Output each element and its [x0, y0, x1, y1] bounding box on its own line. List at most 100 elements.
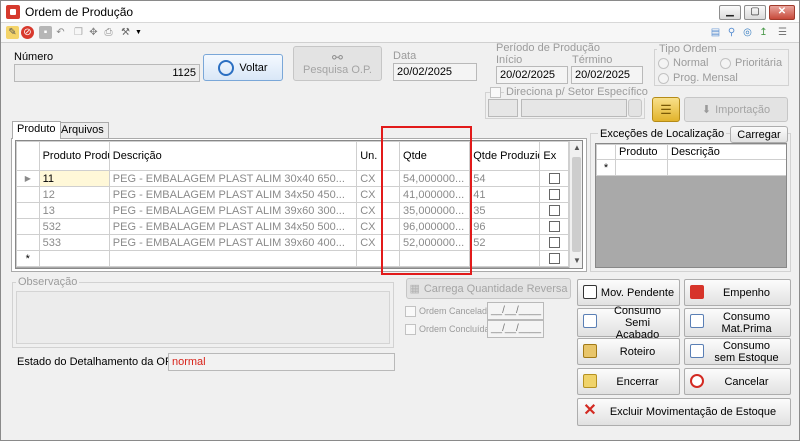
- table-row[interactable]: 533 PEG - EMBALAGEM PLAST ALIM 39x60 400…: [16, 234, 569, 251]
- setor-name-field[interactable]: [521, 99, 627, 117]
- col-header-descricao[interactable]: Descrição: [108, 141, 358, 171]
- cell-descricao[interactable]: PEG - EMBALAGEM PLAST ALIM 39x60 300...: [108, 202, 358, 219]
- cell-descricao[interactable]: PEG - EMBALAGEM PLAST ALIM 34x50 500...: [108, 218, 358, 235]
- cell-produto[interactable]: 532: [38, 218, 110, 235]
- carrega-quantidade-button[interactable]: ▦ Carrega Quantidade Reversa: [406, 278, 571, 299]
- export-icon[interactable]: ↥: [757, 26, 770, 39]
- print-icon[interactable]: ⎙: [102, 26, 115, 39]
- cell-produto[interactable]: [38, 250, 110, 267]
- col-header-produto[interactable]: Produto Produção: [38, 141, 110, 171]
- new-row[interactable]: *: [16, 250, 569, 267]
- cell-qtde-produzida[interactable]: 96: [469, 218, 541, 235]
- cell-descricao[interactable]: [108, 250, 358, 267]
- col-header-produto[interactable]: Produto: [615, 144, 668, 160]
- cancel-icon[interactable]: ⊘: [21, 26, 34, 39]
- cell-descricao[interactable]: PEG - EMBALAGEM PLAST ALIM 39x60 400...: [108, 234, 358, 251]
- tipo-normal-radio[interactable]: [658, 58, 669, 69]
- minimize-button[interactable]: ▁: [719, 5, 741, 20]
- scroll-thumb[interactable]: [572, 157, 581, 252]
- cell-produto[interactable]: [615, 159, 668, 176]
- chevron-down-icon[interactable]: ▼: [132, 26, 145, 39]
- consumo-mat-prima-button[interactable]: Consumo Mat.Prima: [684, 308, 791, 337]
- new-row[interactable]: *: [596, 159, 786, 176]
- voltar-button[interactable]: Voltar: [203, 54, 283, 81]
- copy-icon[interactable]: ❐: [72, 26, 85, 39]
- pesquisa-op-button[interactable]: ⚯ Pesquisa O.P.: [293, 46, 382, 81]
- setor-code-field[interactable]: [488, 99, 518, 117]
- empenho-button[interactable]: Empenho: [684, 279, 791, 306]
- roteiro-button[interactable]: Roteiro: [577, 338, 680, 365]
- move-icon[interactable]: ✥: [87, 26, 100, 39]
- search-icon[interactable]: ⚲: [725, 26, 738, 39]
- col-header-ex[interactable]: Ex: [539, 141, 569, 171]
- table-row[interactable]: ▶ 11 PEG - EMBALAGEM PLAST ALIM 30x40 65…: [16, 170, 569, 187]
- cell-descricao[interactable]: PEG - EMBALAGEM PLAST ALIM 30x40 650...: [108, 170, 358, 187]
- mov-pendente-button[interactable]: Mov. Pendente: [577, 279, 680, 306]
- consumo-semi-acabado-button[interactable]: Consumo Semi Acabado: [577, 305, 680, 341]
- cell-qtde-produzida[interactable]: [469, 250, 541, 267]
- cell-qtde-produzida[interactable]: 52: [469, 234, 541, 251]
- cell-ex[interactable]: [539, 202, 569, 219]
- cell-ex[interactable]: [539, 186, 569, 203]
- tools-dropdown-icon[interactable]: ⚒: [119, 26, 132, 39]
- ex-checkbox[interactable]: [548, 173, 560, 185]
- cell-descricao[interactable]: PEG - EMBALAGEM PLAST ALIM 34x50 450...: [108, 186, 358, 203]
- tab-arquivos[interactable]: Arquivos: [56, 122, 109, 138]
- grid-scrollbar[interactable]: ▲ ▼: [569, 141, 582, 268]
- cancelar-button[interactable]: Cancelar: [684, 368, 791, 395]
- ex-checkbox[interactable]: [548, 205, 560, 217]
- table-row[interactable]: 532 PEG - EMBALAGEM PLAST ALIM 34x50 500…: [16, 218, 569, 235]
- ordem-cancelada-checkbox[interactable]: [405, 306, 416, 317]
- cell-descricao[interactable]: [667, 159, 786, 176]
- carregar-button[interactable]: Carregar: [730, 126, 788, 143]
- excluir-movimentacao-button[interactable]: ✕ Excluir Movimentação de Estoque: [577, 398, 791, 426]
- inicio-field[interactable]: 20/02/2025: [496, 66, 568, 84]
- cell-produto[interactable]: 533: [38, 234, 110, 251]
- cell-ex[interactable]: [539, 170, 569, 187]
- cell-qtde-produzida[interactable]: 35: [469, 202, 541, 219]
- encerrar-button[interactable]: Encerrar: [577, 368, 680, 395]
- scroll-down-icon[interactable]: ▼: [570, 254, 582, 268]
- importacao-button[interactable]: ⬇ Importação: [684, 97, 788, 122]
- undo-icon[interactable]: ↶: [54, 26, 67, 39]
- setor-lookup-button[interactable]: [628, 99, 642, 117]
- cell-ex[interactable]: [539, 218, 569, 235]
- termino-field[interactable]: 20/02/2025: [571, 66, 643, 84]
- cell-ex[interactable]: [539, 234, 569, 251]
- col-header-descricao[interactable]: Descrição: [667, 144, 786, 160]
- ex-checkbox[interactable]: [548, 237, 560, 249]
- numero-field[interactable]: 1125: [14, 64, 200, 82]
- cell-qtde-produzida[interactable]: 41: [469, 186, 541, 203]
- zoom-icon[interactable]: ◎: [741, 26, 754, 39]
- ex-checkbox[interactable]: [548, 221, 560, 233]
- table-row[interactable]: 13 PEG - EMBALAGEM PLAST ALIM 39x60 300.…: [16, 202, 569, 219]
- cell-produto[interactable]: 11: [38, 170, 110, 187]
- direciona-checkbox[interactable]: [490, 87, 501, 98]
- tab-produto[interactable]: Produto: [12, 121, 61, 139]
- table-row[interactable]: 12 PEG - EMBALAGEM PLAST ALIM 34x50 450.…: [16, 186, 569, 203]
- filter-icon[interactable]: ▤: [709, 26, 722, 39]
- cell-ex[interactable]: [539, 250, 569, 267]
- observacao-textarea[interactable]: [16, 291, 390, 344]
- estado-field[interactable]: normal: [168, 353, 395, 371]
- scroll-document-icon[interactable]: ☰: [652, 97, 680, 122]
- cell-qtde-produzida[interactable]: 54: [469, 170, 541, 187]
- save-icon[interactable]: ▪: [39, 26, 52, 39]
- cell-produto[interactable]: 12: [38, 186, 110, 203]
- consumo-sem-estoque-button[interactable]: Consumo sem Estoque: [684, 338, 791, 365]
- menu-icon[interactable]: ☰: [776, 26, 789, 39]
- tipo-prog-mensal-radio[interactable]: [658, 73, 669, 84]
- data-field[interactable]: 20/02/2025: [393, 63, 477, 81]
- scroll-up-icon[interactable]: ▲: [570, 141, 582, 155]
- ex-checkbox[interactable]: [548, 189, 560, 201]
- ex-checkbox[interactable]: [548, 253, 560, 265]
- ordem-cancelada-date[interactable]: __/__/____: [487, 302, 544, 320]
- ordem-concluida-checkbox[interactable]: [405, 324, 416, 335]
- maximize-button[interactable]: ▢: [744, 5, 766, 20]
- ordem-concluida-date[interactable]: __/__/____: [487, 320, 544, 338]
- cell-produto[interactable]: 13: [38, 202, 110, 219]
- tipo-prioritaria-radio[interactable]: [720, 58, 731, 69]
- close-button[interactable]: ✕: [769, 5, 795, 20]
- new-icon[interactable]: ✎: [6, 26, 19, 39]
- col-header-qtde-produzida[interactable]: Qtde Produzida: [469, 141, 541, 171]
